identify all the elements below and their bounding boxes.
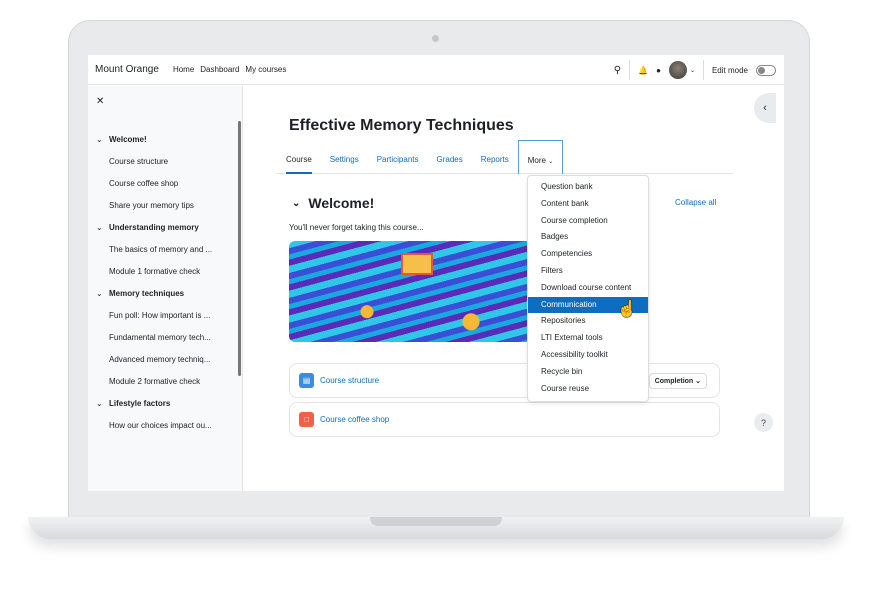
tab-grades[interactable]: Grades [428,146,472,173]
chevron-down-icon: ⌄ [548,159,554,165]
menu-item-content-bank[interactable]: Content bank [528,196,648,213]
chevron-down-icon[interactable]: ⌄ [96,135,109,144]
index-section[interactable]: ⌄ Memory techniques [96,282,231,304]
secondary-nav: Course Settings Participants Grades Repo… [277,140,733,174]
chevron-left-icon: ‹ [763,102,767,114]
more-dropdown-menu: Question bank Content bank Course comple… [527,175,649,402]
chat-icon[interactable]: ● [656,66,661,75]
menu-item-lti-external-tools[interactable]: LTI External tools [528,330,648,347]
tab-more-label: More [527,156,546,165]
completion-dropdown[interactable]: Completion ⌄ [648,373,707,389]
hand-cursor-icon: ☝ [617,301,637,318]
section-title: Lifestyle factors [109,398,171,408]
index-item[interactable]: Course coffee shop [96,172,231,194]
forum-icon: □ [299,412,314,427]
bell-icon[interactable]: 🔔 [638,66,648,75]
index-section[interactable]: ⌄ Welcome! [96,128,231,150]
index-item[interactable]: Fun poll: How important is ... [96,304,231,326]
webcam [432,35,439,42]
menu-item-accessibility-toolkit[interactable]: Accessibility toolkit [528,347,648,364]
search-icon[interactable]: ⚲ [614,65,621,76]
divider [702,60,704,80]
tab-settings[interactable]: Settings [321,146,368,173]
index-item[interactable]: Module 2 formative check [96,370,231,392]
banner-decoration [401,253,433,275]
menu-item-filters[interactable]: Filters [528,263,648,280]
main-content: ‹ Effective Memory Techniques Course Set… [244,86,784,491]
scrollbar[interactable] [238,121,241,376]
edit-mode-toggle[interactable] [756,64,776,76]
page-title: Effective Memory Techniques [289,117,514,134]
index-section[interactable]: ⌄ Lifestyle factors [96,392,231,414]
divider [629,60,631,80]
section-title: Memory techniques [109,288,185,298]
index-item[interactable]: Fundamental memory tech... [96,326,231,348]
menu-item-question-bank[interactable]: Question bank [528,179,648,196]
menu-item-course-reuse[interactable]: Course reuse [528,381,648,398]
navbar: Mount Orange Home Dashboard My courses ⚲… [88,55,784,85]
section-title: Welcome! [109,134,147,144]
activity-link[interactable]: Course coffee shop [320,415,389,424]
site-brand[interactable]: Mount Orange [95,64,159,75]
chevron-down-icon[interactable]: ⌄ [96,399,109,408]
section-summary: You'll never forget taking this course..… [289,223,424,232]
index-item[interactable]: Module 1 formative check [96,260,231,282]
close-icon[interactable]: ✕ [96,96,104,107]
activity-coffee-shop: □ Course coffee shop [289,402,720,437]
tab-course[interactable]: Course [277,146,321,174]
tab-participants[interactable]: Participants [368,146,428,173]
menu-item-badges[interactable]: Badges [528,229,648,246]
chevron-down-icon[interactable]: ⌄ [96,289,109,298]
menu-item-download-course-content[interactable]: Download course content [528,280,648,297]
completion-label: Completion [654,378,694,385]
nav-my-courses[interactable]: My courses [245,65,286,74]
chevron-down-icon[interactable]: ⌄ [690,67,695,74]
section-title: Understanding memory [109,222,199,232]
menu-item-course-completion[interactable]: Course completion [528,213,648,230]
menu-item-competencies[interactable]: Competencies [528,246,648,263]
screen: Mount Orange Home Dashboard My courses ⚲… [88,55,784,491]
index-section[interactable]: ⌄ Understanding memory [96,216,231,238]
chevron-down-icon[interactable]: ⌄ [96,223,109,232]
collapse-all-link[interactable]: Collapse all [675,198,716,207]
section-header: ⌄ Welcome! [292,195,374,211]
tab-more[interactable]: More ⌄ [517,140,564,174]
help-button[interactable]: ? [754,413,773,432]
edit-mode-label: Edit mode [711,65,748,75]
avatar[interactable] [668,61,687,79]
index-item[interactable]: Advanced memory techniq... [96,348,231,370]
laptop-notch [370,517,502,526]
chevron-down-icon[interactable]: ⌄ [292,198,300,209]
nav-dashboard[interactable]: Dashboard [200,65,239,74]
index-item[interactable]: The basics of memory and ... [96,238,231,260]
index-item[interactable]: Course structure [96,150,231,172]
nav-home[interactable]: Home [173,65,194,74]
course-index-drawer: ✕ ⌄ Welcome! Course structure Course coff… [88,86,243,491]
index-item[interactable]: Share your memory tips [96,194,231,216]
course-banner-image [289,241,549,342]
activity-link[interactable]: Course structure [320,376,379,385]
course-index: ⌄ Welcome! Course structure Course coffee… [96,128,231,436]
tab-reports[interactable]: Reports [472,146,518,173]
menu-item-recycle-bin[interactable]: Recycle bin [528,364,648,381]
open-block-drawer-button[interactable]: ‹ [754,93,776,123]
page-icon: ▤ [299,373,314,388]
section-title: Welcome! [308,195,375,211]
index-item[interactable]: How our choices impact ou... [96,414,231,436]
activity-course-structure: ▤ Course structure Completion ⌄ [289,363,720,398]
